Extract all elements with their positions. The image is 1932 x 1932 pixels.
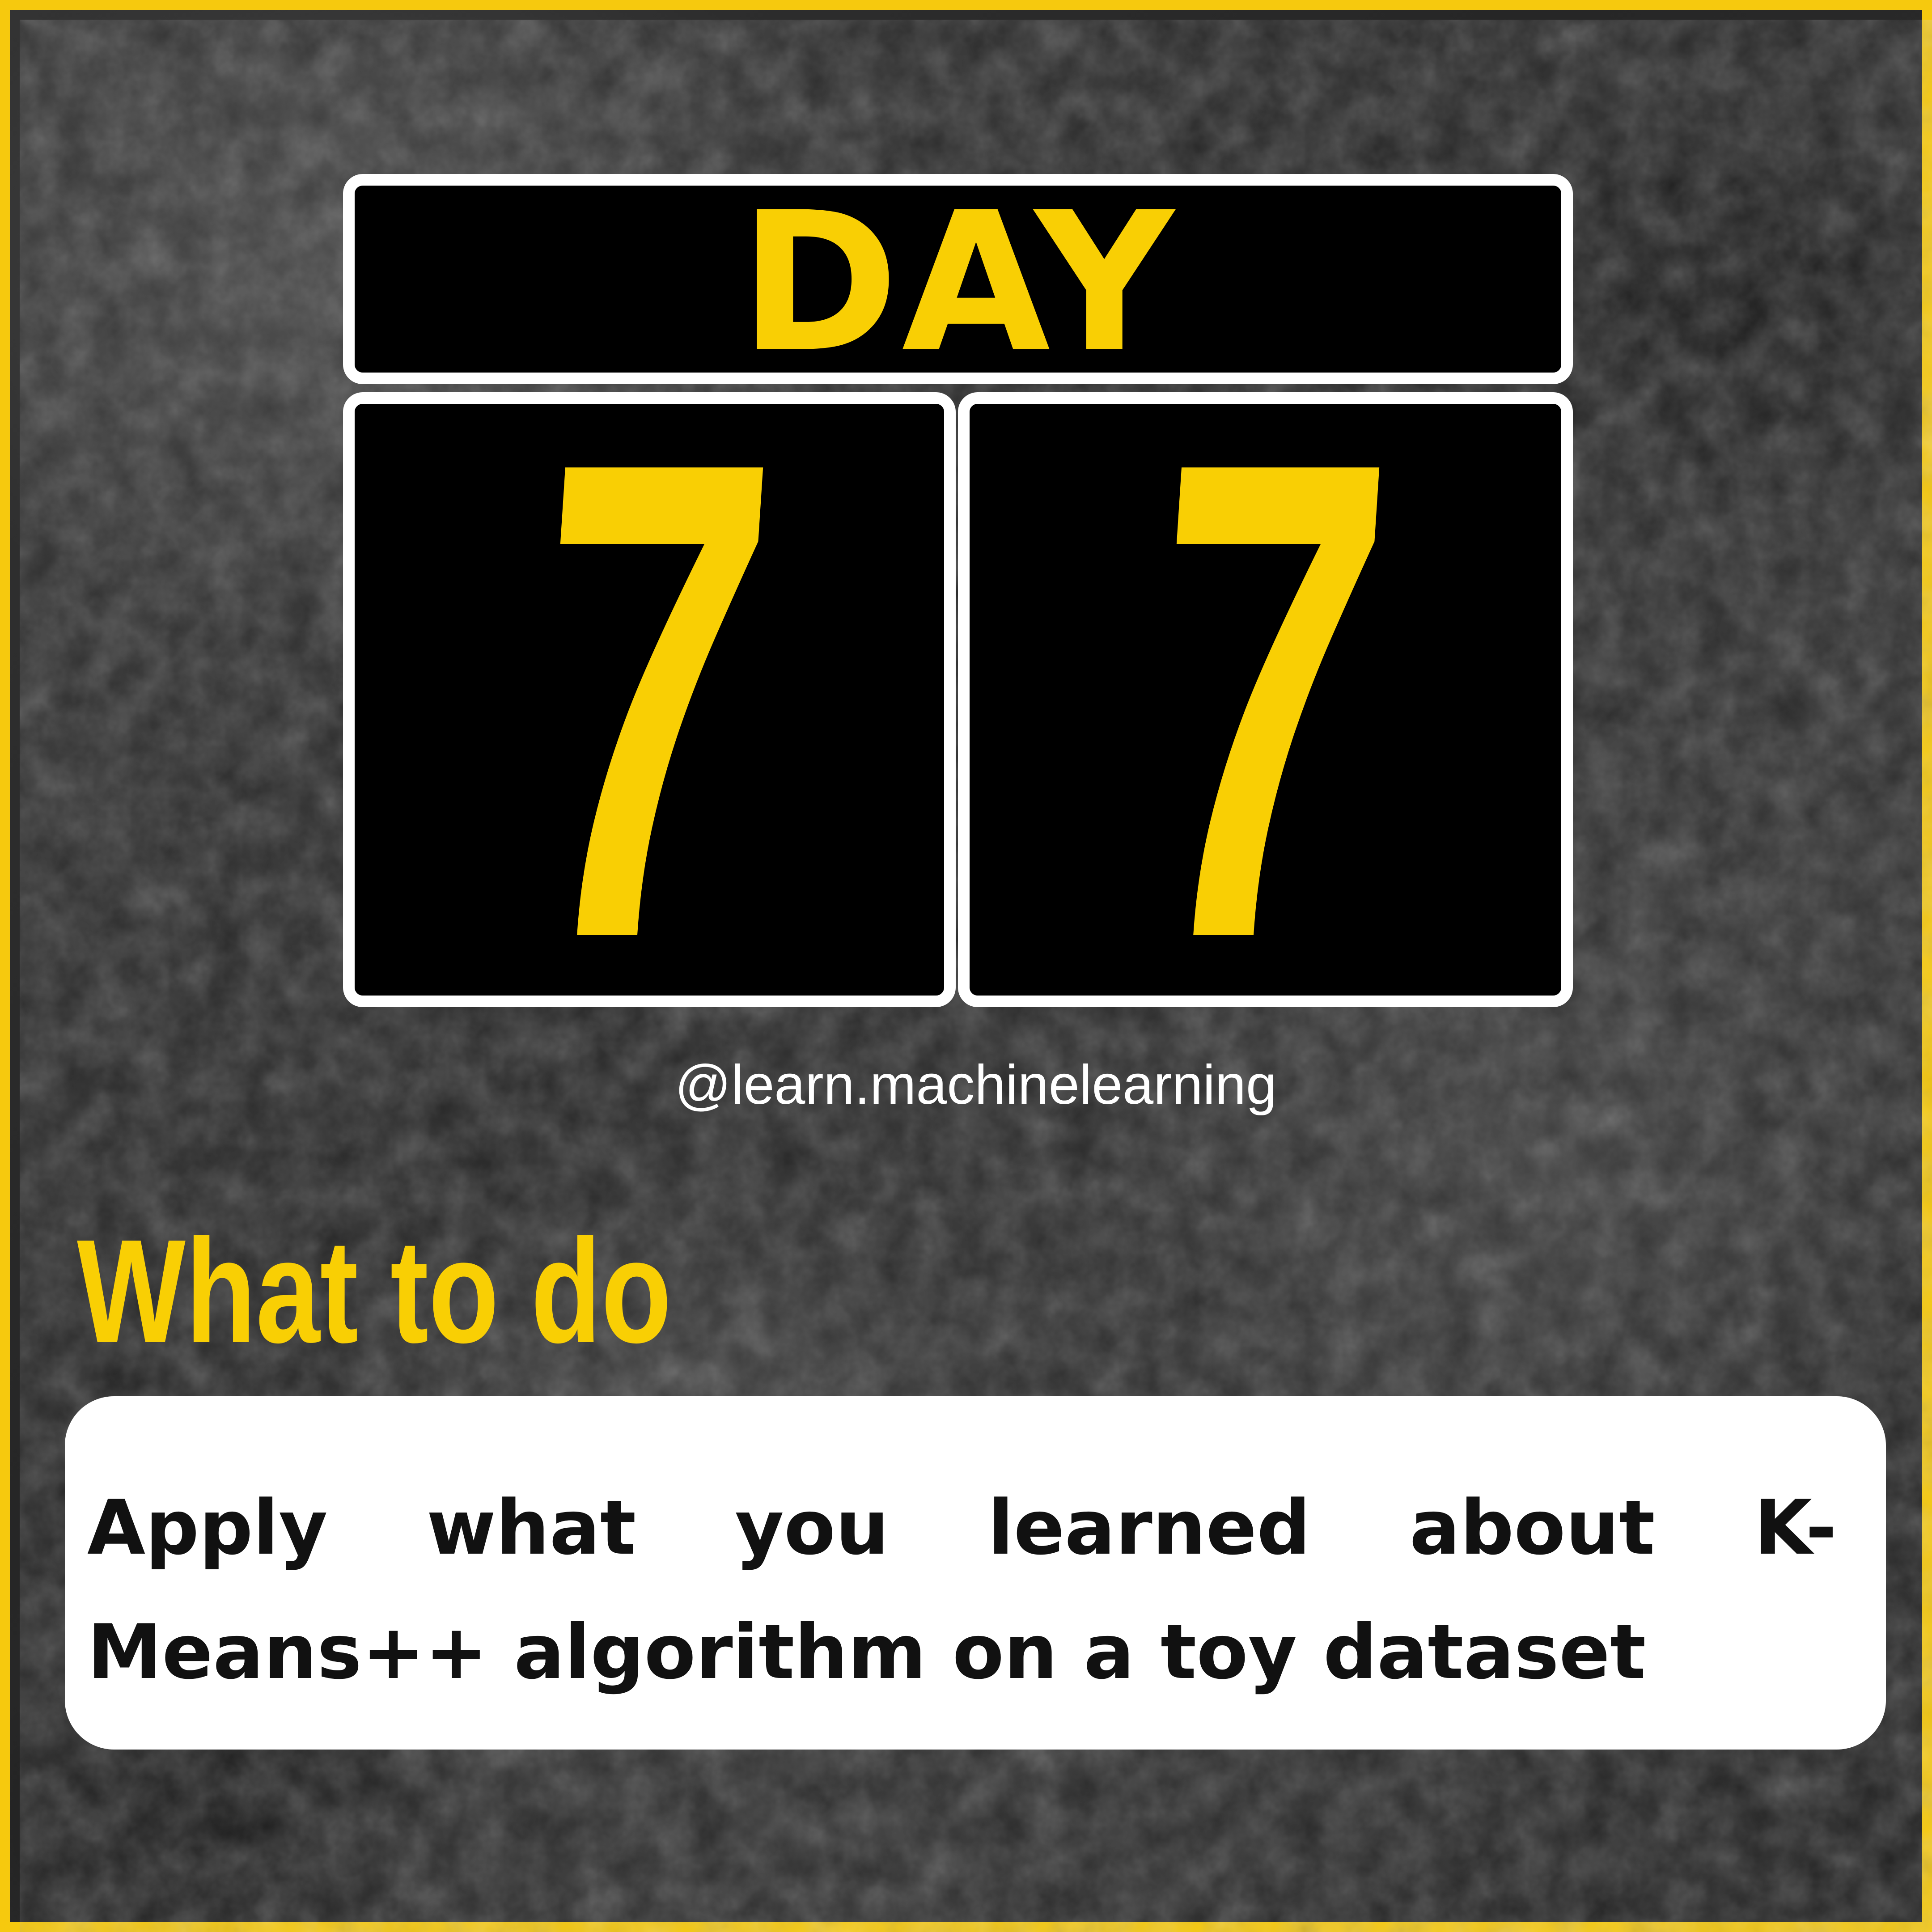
day-digit-tile-1: 7 [343, 320, 956, 1080]
post-canvas: DAY 7 7 @learn.machinelearning What to d… [0, 0, 1932, 1932]
day-digit-tile-2: 7 [958, 320, 1573, 1080]
day-digit-2: 7 [1123, 320, 1407, 1080]
section-heading: What to do [77, 1208, 672, 1373]
task-card: Apply what you learned about K-Means++ a… [65, 1396, 1886, 1750]
account-handle: @learn.machinelearning [675, 1054, 1277, 1116]
day-label: DAY [739, 171, 1177, 395]
task-description: Apply what you learned about K-Means++ a… [87, 1484, 1837, 1696]
day-digit-1: 7 [507, 320, 792, 1080]
